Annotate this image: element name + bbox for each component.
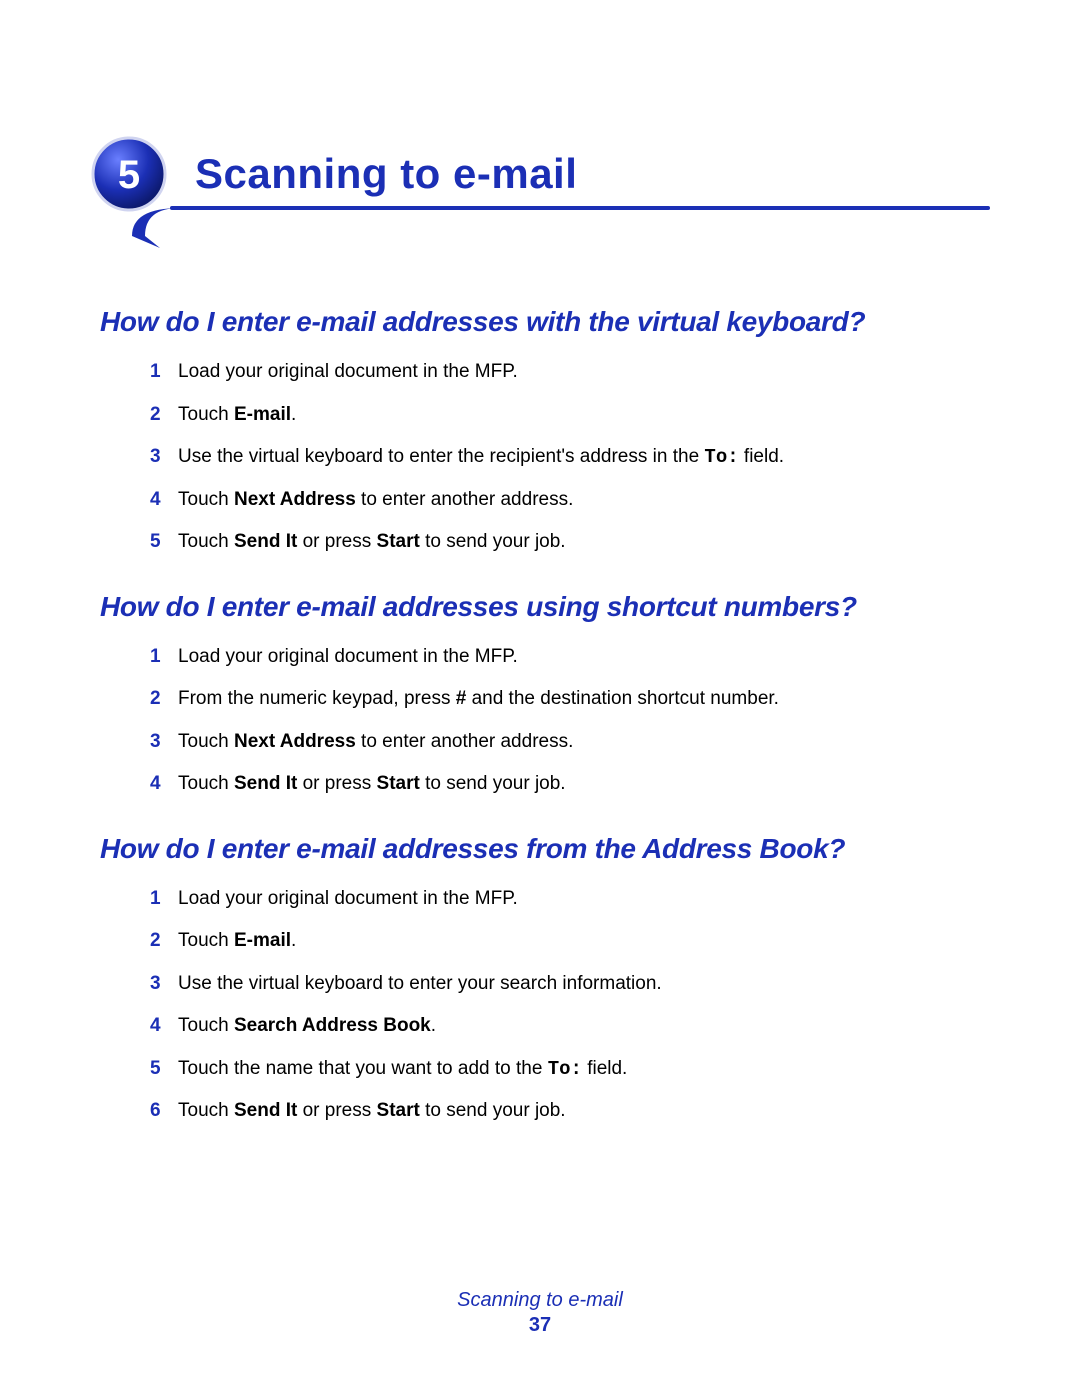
page-footer: Scanning to e-mail 37 — [0, 1289, 1080, 1337]
step-item: 4Touch Search Address Book. — [150, 1012, 990, 1041]
chapter-header: 5 Scanning to e-mail — [100, 150, 990, 236]
step-item: 1Load your original document in the MFP. — [150, 885, 990, 914]
step-item: 3Use the virtual keyboard to enter the r… — [150, 443, 990, 472]
step-text: Load your original document in the MFP. — [178, 885, 518, 914]
chapter-badge: 5 — [90, 135, 168, 213]
section-heading: How do I enter e-mail addresses from the… — [100, 833, 990, 865]
step-text: Use the virtual keyboard to enter your s… — [178, 970, 662, 999]
document-page: 5 Scanning to e-mail How do I enter e-ma… — [0, 0, 1080, 1397]
step-item: 6Touch Send It or press Start to send yo… — [150, 1097, 990, 1126]
step-item: 5Touch Send It or press Start to send yo… — [150, 528, 990, 557]
chapter-number-text: 5 — [118, 153, 140, 197]
chapter-rule — [100, 206, 990, 236]
step-item: 2From the numeric keypad, press # and th… — [150, 685, 990, 714]
footer-page-number: 37 — [0, 1314, 1080, 1337]
step-text: Load your original document in the MFP. — [178, 358, 518, 387]
step-item: 2Touch E-mail. — [150, 401, 990, 430]
step-text: Touch Send It or press Start to send you… — [178, 1097, 566, 1126]
step-number: 3 — [150, 970, 178, 999]
step-text: Use the virtual keyboard to enter the re… — [178, 443, 784, 472]
step-item: 1Load your original document in the MFP. — [150, 358, 990, 387]
step-list: 1Load your original document in the MFP.… — [100, 643, 990, 799]
step-text: From the numeric keypad, press # and the… — [178, 685, 779, 714]
step-number: 2 — [150, 685, 178, 714]
step-text: Touch Send It or press Start to send you… — [178, 770, 566, 799]
section-heading: How do I enter e-mail addresses with the… — [100, 306, 990, 338]
content-body: How do I enter e-mail addresses with the… — [100, 306, 990, 1126]
step-number: 4 — [150, 486, 178, 515]
step-number: 2 — [150, 927, 178, 956]
section-heading: How do I enter e-mail addresses using sh… — [100, 591, 990, 623]
step-number: 4 — [150, 1012, 178, 1041]
step-text: Touch E-mail. — [178, 401, 296, 430]
step-text: Touch Send It or press Start to send you… — [178, 528, 566, 557]
step-number: 6 — [150, 1097, 178, 1126]
step-text: Touch E-mail. — [178, 927, 296, 956]
rule-line — [170, 206, 990, 210]
step-list: 1Load your original document in the MFP.… — [100, 885, 990, 1126]
step-number: 2 — [150, 401, 178, 430]
step-number: 3 — [150, 443, 178, 472]
step-text: Touch the name that you want to add to t… — [178, 1055, 627, 1084]
step-list: 1Load your original document in the MFP.… — [100, 358, 990, 557]
chapter-title: Scanning to e-mail — [195, 150, 990, 198]
step-item: 4Touch Next Address to enter another add… — [150, 486, 990, 515]
step-item: 2Touch E-mail. — [150, 927, 990, 956]
step-text: Load your original document in the MFP. — [178, 643, 518, 672]
step-text: Touch Search Address Book. — [178, 1012, 436, 1041]
step-text: Touch Next Address to enter another addr… — [178, 728, 573, 757]
step-number: 3 — [150, 728, 178, 757]
step-number: 4 — [150, 770, 178, 799]
step-number: 5 — [150, 528, 178, 557]
step-item: 1Load your original document in the MFP. — [150, 643, 990, 672]
step-item: 4Touch Send It or press Start to send yo… — [150, 770, 990, 799]
step-number: 5 — [150, 1055, 178, 1084]
step-text: Touch Next Address to enter another addr… — [178, 486, 573, 515]
step-number: 1 — [150, 885, 178, 914]
step-item: 5Touch the name that you want to add to … — [150, 1055, 990, 1084]
step-item: 3Use the virtual keyboard to enter your … — [150, 970, 990, 999]
step-number: 1 — [150, 643, 178, 672]
footer-title: Scanning to e-mail — [0, 1289, 1080, 1312]
step-item: 3Touch Next Address to enter another add… — [150, 728, 990, 757]
step-number: 1 — [150, 358, 178, 387]
